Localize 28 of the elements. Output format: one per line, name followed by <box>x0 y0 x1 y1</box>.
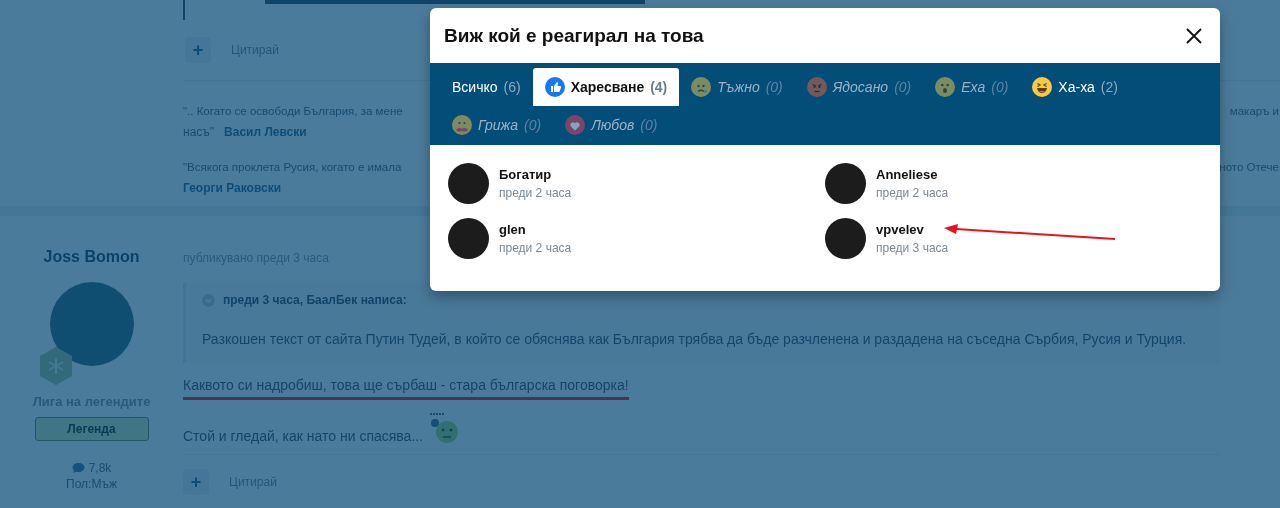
user-name[interactable]: vpvelev <box>876 222 949 237</box>
signature-author: Георги Раковски <box>183 181 282 195</box>
thumbs-up-icon <box>544 77 565 97</box>
quote-header: преди 3 часа, БаалБек написа: <box>223 293 407 307</box>
reaction-time: преди 2 часа <box>499 241 572 255</box>
avatar[interactable] <box>448 163 489 204</box>
reaction-time: преди 3 часа <box>876 241 949 255</box>
emoji-icon <box>1032 77 1053 97</box>
user-name[interactable]: Anneliese <box>876 167 949 182</box>
reaction-tab[interactable]: Ха-ха (2) <box>1020 68 1130 106</box>
dialog-title: Виж кой е реагирал на това <box>444 24 704 47</box>
reaction-time: преди 2 часа <box>876 186 949 200</box>
signature-author: Васил Левски <box>224 125 307 139</box>
reaction-time: преди 2 часа <box>499 186 572 200</box>
user-name[interactable]: glen <box>499 222 572 237</box>
emoji-icon <box>935 77 956 97</box>
user-name[interactable]: Богатир <box>499 167 572 182</box>
reaction-tab[interactable]: Всичко (6) <box>440 68 533 106</box>
avatar[interactable] <box>448 218 489 259</box>
reaction-tab[interactable]: Харесване (4) <box>532 68 680 106</box>
post-text: Стой и гледай, как нато ни спасява... <box>183 428 424 444</box>
emoji-icon <box>691 77 712 97</box>
emoji-icon <box>452 115 472 135</box>
avatar[interactable] <box>825 218 866 259</box>
avatar[interactable] <box>825 163 866 204</box>
quote-text: Разкошен текст от сайта Путин Тудей, в който се обяснява как България трябва да бъде разчленена и раздадена на съседна Сърбия, Русия и Турция. <box>202 331 1188 347</box>
emoji-icon <box>806 77 827 97</box>
author-name[interactable]: Joss Bomon <box>43 248 140 266</box>
